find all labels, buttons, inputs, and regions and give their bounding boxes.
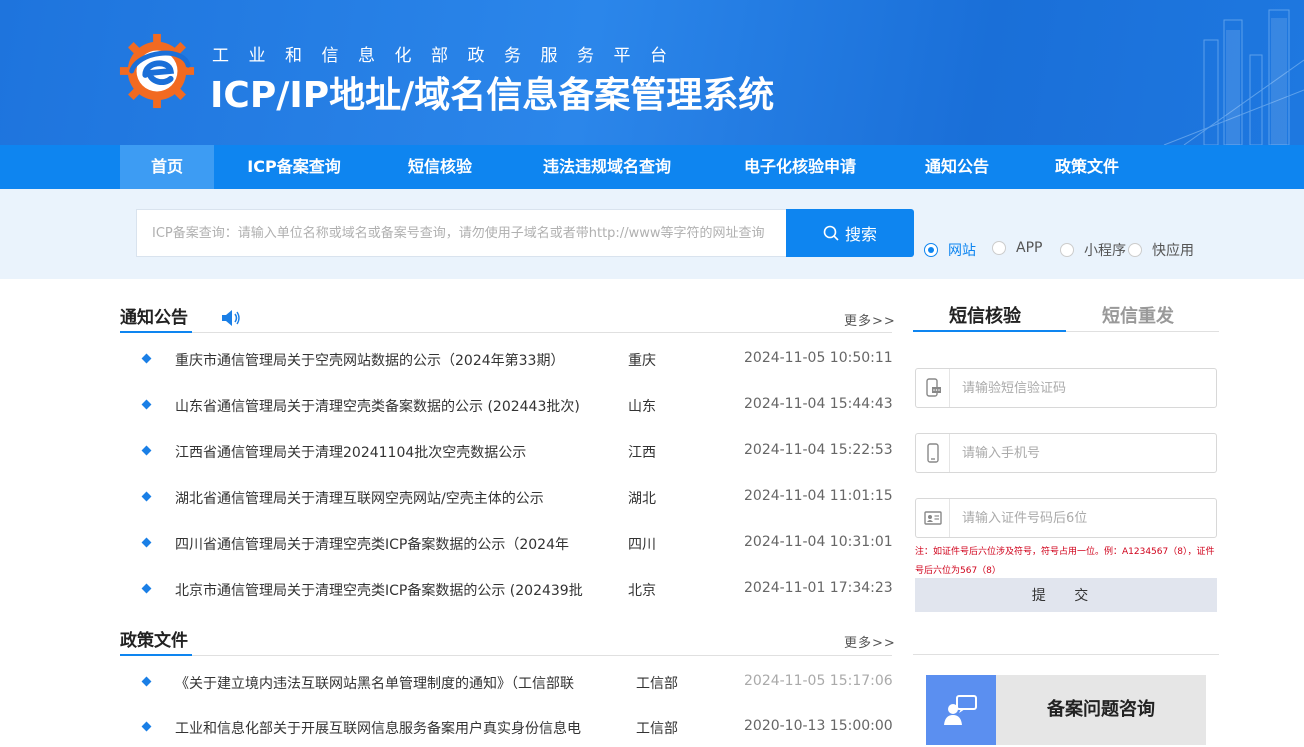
- radio-label: APP: [1016, 240, 1043, 256]
- nav-icp-query[interactable]: ICP备案查询: [232, 145, 356, 189]
- bullet-icon: [141, 399, 152, 410]
- radio-label: 快应用: [1152, 243, 1194, 259]
- miit-logo: [119, 33, 195, 109]
- icp-search-input[interactable]: [136, 209, 787, 257]
- search-button-label: 搜索: [844, 227, 877, 244]
- notice-row: 四川省通信管理局关于清理空壳类ICP备案数据的公示（2024年 四川 2024-11…: [140, 532, 893, 556]
- search-button[interactable]: 搜索: [786, 209, 914, 257]
- policy-time: 2020-10-13 15:00:00: [744, 718, 893, 734]
- nav-notices[interactable]: 通知公告: [908, 145, 1006, 189]
- type-radio-miniprogram[interactable]: 小程序: [1060, 240, 1126, 260]
- bullet-icon: [141, 445, 152, 456]
- phone-field: [915, 433, 1217, 473]
- consult-button[interactable]: 备案问题咨询: [926, 675, 1206, 745]
- notice-time: 2024-11-04 11:01:15: [744, 488, 893, 504]
- bullet-icon: [141, 491, 152, 502]
- mobile-phone-icon: [916, 434, 950, 472]
- consult-chat-icon: [926, 675, 996, 745]
- platform-subtitle: 工业和信息化部政务服务平台: [212, 46, 687, 66]
- tab-sms-verify[interactable]: 短信核验: [949, 302, 1021, 328]
- notice-title[interactable]: 四川省通信管理局关于清理空壳类ICP备案数据的公示（2024年: [175, 534, 595, 554]
- id-format-note: 注：如证件号后六位涉及符号，符号占用一位。例：A1234567（8），证件号后六…: [915, 547, 1215, 576]
- nav-illegal-domain-query[interactable]: 违法违规域名查询: [522, 145, 692, 189]
- phone-input[interactable]: [962, 442, 1202, 464]
- radio-dot: [1128, 243, 1142, 257]
- skyline-decoration: [1163, 9, 1304, 145]
- bullet-icon: [141, 583, 152, 594]
- notice-region: 山东: [628, 399, 656, 415]
- policy-row: 工业和信息化部关于开展互联网信息服务备案用户真实身份信息电 工信部 2020-10-…: [140, 716, 893, 740]
- tab-sms-resend[interactable]: 短信重发: [1102, 302, 1174, 328]
- notice-region: 北京: [628, 583, 656, 599]
- policy-title[interactable]: 《关于建立境内违法互联网站黑名单管理制度的通知》（工信部联: [175, 673, 595, 693]
- notice-row: 江西省通信管理局关于清理20241104批次空壳数据公示 江西 2024-11-04…: [140, 440, 893, 464]
- policies-more-link[interactable]: 更多>>: [844, 632, 896, 651]
- nav-sms-verify[interactable]: 短信核验: [390, 145, 490, 189]
- notice-title[interactable]: 湖北省通信管理局关于清理互联网空壳网站/空壳主体的公示: [175, 488, 595, 508]
- tab-active-underline: [913, 330, 1066, 332]
- policies-divider: [120, 655, 892, 656]
- notice-time: 2024-11-04 10:31:01: [744, 534, 893, 550]
- notice-region: 江西: [628, 445, 656, 461]
- sms-code-field: [915, 368, 1217, 408]
- notices-more-link[interactable]: 更多>>: [844, 310, 896, 329]
- policy-title[interactable]: 工业和信息化部关于开展互联网信息服务备案用户真实身份信息电: [175, 718, 595, 738]
- site-header: 工业和信息化部政务服务平台 ICP/IP地址/域名信息备案管理系统: [0, 0, 1304, 145]
- radio-dot: [992, 241, 1006, 255]
- bullet-icon: [141, 537, 152, 548]
- policy-issuer: 工信部: [636, 721, 678, 737]
- notice-region: 湖北: [628, 491, 656, 507]
- radio-label: 小程序: [1084, 243, 1126, 259]
- notice-row: 重庆市通信管理局关于空壳网站数据的公示（2024年第33期） 重庆 2024-11-…: [140, 348, 893, 372]
- notices-divider: [120, 332, 892, 333]
- notice-title[interactable]: 北京市通信管理局关于清理空壳类ICP备案数据的公示 (202439批: [175, 580, 595, 600]
- notice-time: 2024-11-01 17:34:23: [744, 580, 893, 596]
- notice-title[interactable]: 重庆市通信管理局关于空壳网站数据的公示（2024年第33期）: [175, 350, 595, 370]
- policy-row: 《关于建立境内违法互联网站黑名单管理制度的通知》（工信部联 工信部 2024-11-…: [140, 671, 893, 695]
- notice-row: 山东省通信管理局关于清理空壳类备案数据的公示 (202443批次) 山东 2024-…: [140, 394, 893, 418]
- notice-region: 四川: [628, 537, 656, 553]
- notice-row: 北京市通信管理局关于清理空壳类ICP备案数据的公示 (202439批 北京 2024…: [140, 578, 893, 602]
- notice-time: 2024-11-04 15:44:43: [744, 396, 893, 412]
- notice-row: 湖北省通信管理局关于清理互联网空壳网站/空壳主体的公示 湖北 2024-11-04 …: [140, 486, 893, 510]
- consult-label: 备案问题咨询: [1047, 699, 1155, 720]
- policies-underline: [120, 654, 192, 656]
- id-field: [915, 498, 1217, 538]
- bullet-icon: [141, 353, 152, 364]
- type-radio-quickapp[interactable]: 快应用: [1128, 240, 1194, 260]
- submit-button[interactable]: 提 交: [915, 578, 1217, 612]
- main-nav: 首页 ICP备案查询 短信核验 违法违规域名查询 电子化核验申请 通知公告 政策…: [0, 145, 1304, 189]
- type-radio-app[interactable]: APP: [992, 240, 1042, 256]
- notice-title[interactable]: 江西省通信管理局关于清理20241104批次空壳数据公示: [175, 442, 595, 462]
- bullet-icon: [141, 676, 152, 687]
- bullet-icon: [141, 721, 152, 732]
- notice-time: 2024-11-05 10:50:11: [744, 350, 893, 366]
- notices-underline: [120, 331, 192, 333]
- notices-title: 通知公告: [120, 308, 188, 328]
- system-title: ICP/IP地址/域名信息备案管理系统: [210, 75, 775, 116]
- speaker-icon: [222, 310, 240, 326]
- id-card-icon: [916, 499, 950, 537]
- policy-time: 2024-11-05 15:17:06: [744, 673, 893, 689]
- panel-divider: [913, 654, 1219, 655]
- type-radio-website[interactable]: 网站: [924, 240, 976, 260]
- nav-e-verify-apply[interactable]: 电子化核验申请: [724, 145, 876, 189]
- notice-title[interactable]: 山东省通信管理局关于清理空壳类备案数据的公示 (202443批次): [175, 396, 595, 416]
- search-icon: [823, 225, 839, 241]
- policy-issuer: 工信部: [636, 676, 678, 692]
- radio-dot: [924, 243, 938, 257]
- id-last6-input[interactable]: [962, 507, 1202, 529]
- radio-dot: [1060, 243, 1074, 257]
- nav-home[interactable]: 首页: [120, 145, 214, 189]
- sms-code-input[interactable]: [962, 377, 1202, 399]
- search-band: 搜索 网站 APP 小程序 快应用: [0, 189, 1304, 279]
- radio-label: 网站: [948, 243, 976, 259]
- nav-policies[interactable]: 政策文件: [1038, 145, 1136, 189]
- policies-title: 政策文件: [120, 631, 188, 651]
- notice-region: 重庆: [628, 353, 656, 369]
- sms-code-icon: [916, 369, 950, 407]
- notice-time: 2024-11-04 15:22:53: [744, 442, 893, 458]
